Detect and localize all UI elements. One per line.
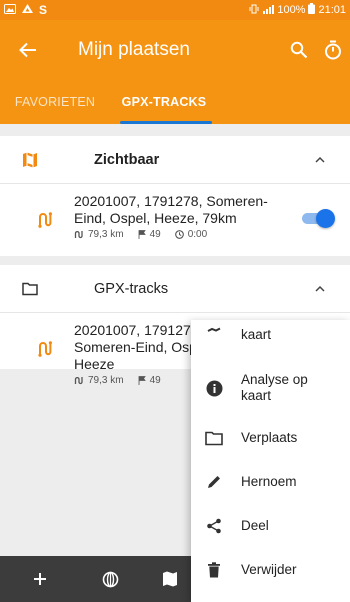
flag-icon	[138, 230, 146, 239]
route-icon	[0, 313, 74, 385]
menu-item-move[interactable]: Verplaats	[191, 418, 350, 458]
route-icon	[0, 184, 74, 256]
search-button[interactable]	[282, 30, 316, 70]
timer-icon	[325, 40, 341, 60]
visibility-toggle[interactable]	[302, 209, 335, 228]
map-icon	[22, 136, 62, 184]
section-header-visible[interactable]: Zichtbaar	[0, 136, 350, 184]
tab-bar: FAVORIETEN GPX-TRACKS	[0, 80, 350, 124]
search-icon	[290, 41, 308, 59]
chevron-up-icon[interactable]	[300, 156, 340, 163]
battery-percent: 100%	[277, 4, 306, 16]
section-title: GPX-tracks	[94, 280, 169, 297]
distance-icon	[74, 230, 84, 239]
context-menu: kaart Analyse op kaart Verplaats Hernoem…	[191, 320, 350, 602]
menu-label: Hernoem	[241, 474, 297, 489]
section-header-gpx[interactable]: GPX-tracks	[0, 265, 350, 313]
menu-item-share[interactable]: Deel	[191, 506, 350, 546]
track-meta: 79,3 km 49 0:00	[74, 229, 284, 240]
menu-label: Analyse op kaart	[241, 372, 308, 403]
menu-item-analyse[interactable]: Analyse op kaart	[191, 360, 350, 416]
track-item[interactable]: 20201007, 1791278, Someren-Eind, Ospel, …	[0, 184, 350, 256]
back-button[interactable]	[4, 26, 52, 74]
map-outline-icon	[163, 571, 177, 587]
globe-button[interactable]	[80, 556, 140, 602]
add-button[interactable]	[10, 556, 70, 602]
folder-icon	[193, 431, 235, 446]
timer-button[interactable]	[316, 30, 350, 70]
track-distance: 79,3 km	[88, 375, 124, 386]
distance-icon	[74, 376, 84, 385]
menu-label: kaart	[241, 327, 272, 342]
vibrate-icon	[249, 4, 259, 17]
chevron-up-icon[interactable]	[300, 285, 340, 292]
tab-favorieten[interactable]: FAVORIETEN	[0, 80, 110, 124]
s-app-icon: S	[39, 3, 48, 17]
app-bar: Mijn plaatsen	[0, 20, 350, 80]
page-title: Mijn plaatsen	[78, 39, 190, 60]
track-points: 49	[149, 229, 161, 240]
plus-icon	[34, 573, 46, 585]
track-time: 0:00	[187, 229, 208, 240]
globe-icon	[102, 571, 118, 587]
trash-icon	[193, 562, 235, 578]
clock-icon	[174, 230, 184, 239]
show-on-map-icon	[193, 324, 235, 332]
section-visible: Zichtbaar 20201007, 1791278, Someren-Ein…	[0, 136, 350, 256]
menu-label: Verwijder	[241, 562, 297, 577]
track-distance: 79,3 km	[88, 229, 124, 240]
track-points: 49	[149, 375, 161, 386]
gallery-icon	[4, 3, 16, 17]
clock: 21:01	[318, 4, 346, 16]
menu-label: Deel	[241, 518, 269, 533]
battery-icon	[308, 3, 316, 17]
status-bar: S 100% 21:01	[0, 0, 350, 20]
folder-icon	[22, 265, 62, 313]
section-title: Zichtbaar	[94, 151, 160, 168]
menu-label: Verplaats	[241, 430, 298, 445]
pencil-icon	[193, 474, 235, 490]
menu-item-delete[interactable]: Verwijder	[191, 550, 350, 590]
share-icon	[193, 518, 235, 534]
drive-icon	[22, 3, 33, 17]
track-name: 20201007, 1791278, Someren-Eind, Ospel, …	[74, 193, 268, 226]
flag-icon	[138, 376, 146, 385]
arrow-back-icon	[19, 42, 36, 58]
menu-item-rename[interactable]: Hernoem	[191, 462, 350, 502]
tab-gpx-tracks[interactable]: GPX-TRACKS	[110, 80, 218, 124]
menu-item-show-on-map[interactable]: kaart	[191, 320, 350, 348]
info-icon	[193, 380, 235, 397]
signal-icon	[262, 4, 275, 17]
